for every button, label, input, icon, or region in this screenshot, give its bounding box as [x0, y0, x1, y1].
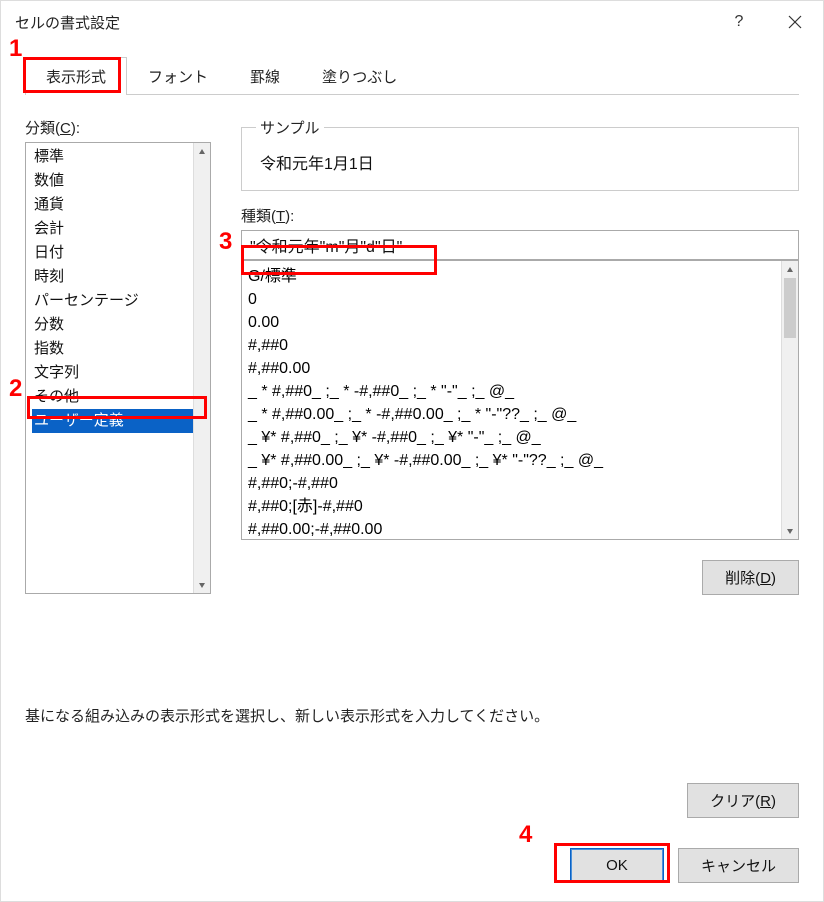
scroll-thumb[interactable]: [784, 278, 796, 338]
category-listbox[interactable]: 標準 数値 通貨 会計 日付 時刻 パーセンテージ 分数 指数 文字列 その他 …: [25, 142, 211, 594]
close-button[interactable]: [767, 1, 823, 43]
hint-text: 基になる組み込みの表示形式を選択し、新しい表示形式を入力してください。: [25, 705, 549, 726]
scroll-down-icon[interactable]: [782, 522, 798, 539]
scroll-down-icon[interactable]: [194, 576, 210, 593]
list-item[interactable]: 分数: [32, 313, 207, 337]
list-item[interactable]: 会計: [32, 217, 207, 241]
delete-button-close: ): [771, 570, 776, 587]
delete-button[interactable]: 削除(D): [702, 560, 799, 595]
list-item[interactable]: _ * #,##0_ ;_ * -#,##0_ ;_ * "-"_ ;_ @_: [248, 380, 792, 403]
scrollbar[interactable]: [781, 261, 798, 539]
list-item[interactable]: パーセンテージ: [32, 289, 207, 313]
tab-border[interactable]: 罫線: [229, 57, 301, 95]
format-listbox[interactable]: G/標準 0 0.00 #,##0 #,##0.00 _ * #,##0_ ;_…: [241, 260, 799, 540]
titlebar: セルの書式設定 ?: [1, 1, 823, 43]
list-item-selected[interactable]: ユーザー定義: [32, 409, 207, 433]
tab-font[interactable]: フォント: [127, 57, 229, 95]
list-item[interactable]: 数値: [32, 169, 207, 193]
sample-group: サンプル 令和元年1月1日: [241, 117, 799, 191]
category-label-text: 分類(: [25, 120, 60, 137]
type-input[interactable]: [241, 230, 799, 260]
cancel-button[interactable]: キャンセル: [678, 848, 799, 883]
list-item[interactable]: #,##0: [248, 334, 792, 357]
category-label: 分類(C):: [25, 117, 223, 138]
sample-label: サンプル: [256, 117, 324, 138]
type-label: 種類(T):: [241, 205, 799, 226]
sample-value: 令和元年1月1日: [256, 148, 784, 176]
dialog-title: セルの書式設定: [15, 12, 120, 33]
scrollbar[interactable]: [193, 143, 210, 593]
list-item[interactable]: #,##0.00;-#,##0.00: [248, 518, 792, 540]
list-item[interactable]: 0.00: [248, 311, 792, 334]
scroll-up-icon[interactable]: [194, 143, 210, 160]
clear-button[interactable]: クリア(R): [687, 783, 799, 818]
tab-number-format[interactable]: 表示形式: [25, 57, 127, 95]
clear-accelerator: R: [760, 793, 771, 810]
list-item[interactable]: #,##0;[赤]-#,##0: [248, 495, 792, 518]
tabstrip: 表示形式 フォント 罫線 塗りつぶし: [25, 57, 799, 95]
clear-button-text: クリア(: [710, 793, 760, 810]
type-label-close: ):: [285, 208, 294, 225]
type-label-text: 種類(: [241, 208, 276, 225]
list-item[interactable]: #,##0;-#,##0: [248, 472, 792, 495]
ok-button[interactable]: OK: [570, 848, 664, 883]
list-item[interactable]: 指数: [32, 337, 207, 361]
list-item[interactable]: #,##0.00: [248, 357, 792, 380]
tab-fill[interactable]: 塗りつぶし: [301, 57, 418, 95]
close-icon: [788, 15, 802, 29]
list-item[interactable]: 0: [248, 288, 792, 311]
list-item[interactable]: 文字列: [32, 361, 207, 385]
category-listbox-inner: 標準 数値 通貨 会計 日付 時刻 パーセンテージ 分数 指数 文字列 その他 …: [26, 143, 210, 435]
dialog-content: 表示形式 フォント 罫線 塗りつぶし 分類(C): 標準 数値 通貨 会計 日付…: [1, 43, 823, 619]
delete-button-text: 削除(: [725, 570, 760, 587]
scroll-up-icon[interactable]: [782, 261, 798, 278]
scroll-track[interactable]: [782, 338, 798, 522]
category-accelerator: C: [60, 120, 71, 137]
list-item[interactable]: _ ¥* #,##0.00_ ;_ ¥* -#,##0.00_ ;_ ¥* "-…: [248, 449, 792, 472]
list-item[interactable]: その他: [32, 385, 207, 409]
list-item[interactable]: G/標準: [248, 265, 792, 288]
category-label-close: ):: [71, 120, 80, 137]
bottom-buttons: クリア(R) OK キャンセル: [570, 783, 799, 883]
annotation-number-4: 4: [519, 821, 532, 849]
help-button[interactable]: ?: [711, 1, 767, 43]
list-item[interactable]: 日付: [32, 241, 207, 265]
list-item[interactable]: _ ¥* #,##0_ ;_ ¥* -#,##0_ ;_ ¥* "-"_ ;_ …: [248, 426, 792, 449]
format-listbox-inner: G/標準 0 0.00 #,##0 #,##0.00 _ * #,##0_ ;_…: [242, 261, 798, 540]
clear-button-close: ): [771, 793, 776, 810]
list-item[interactable]: _ * #,##0.00_ ;_ * -#,##0.00_ ;_ * "-"??…: [248, 403, 792, 426]
list-item[interactable]: 通貨: [32, 193, 207, 217]
list-item[interactable]: 時刻: [32, 265, 207, 289]
type-accelerator: T: [276, 208, 285, 225]
list-item[interactable]: 標準: [32, 145, 207, 169]
delete-accelerator: D: [760, 570, 771, 587]
window-controls: ?: [711, 1, 823, 43]
